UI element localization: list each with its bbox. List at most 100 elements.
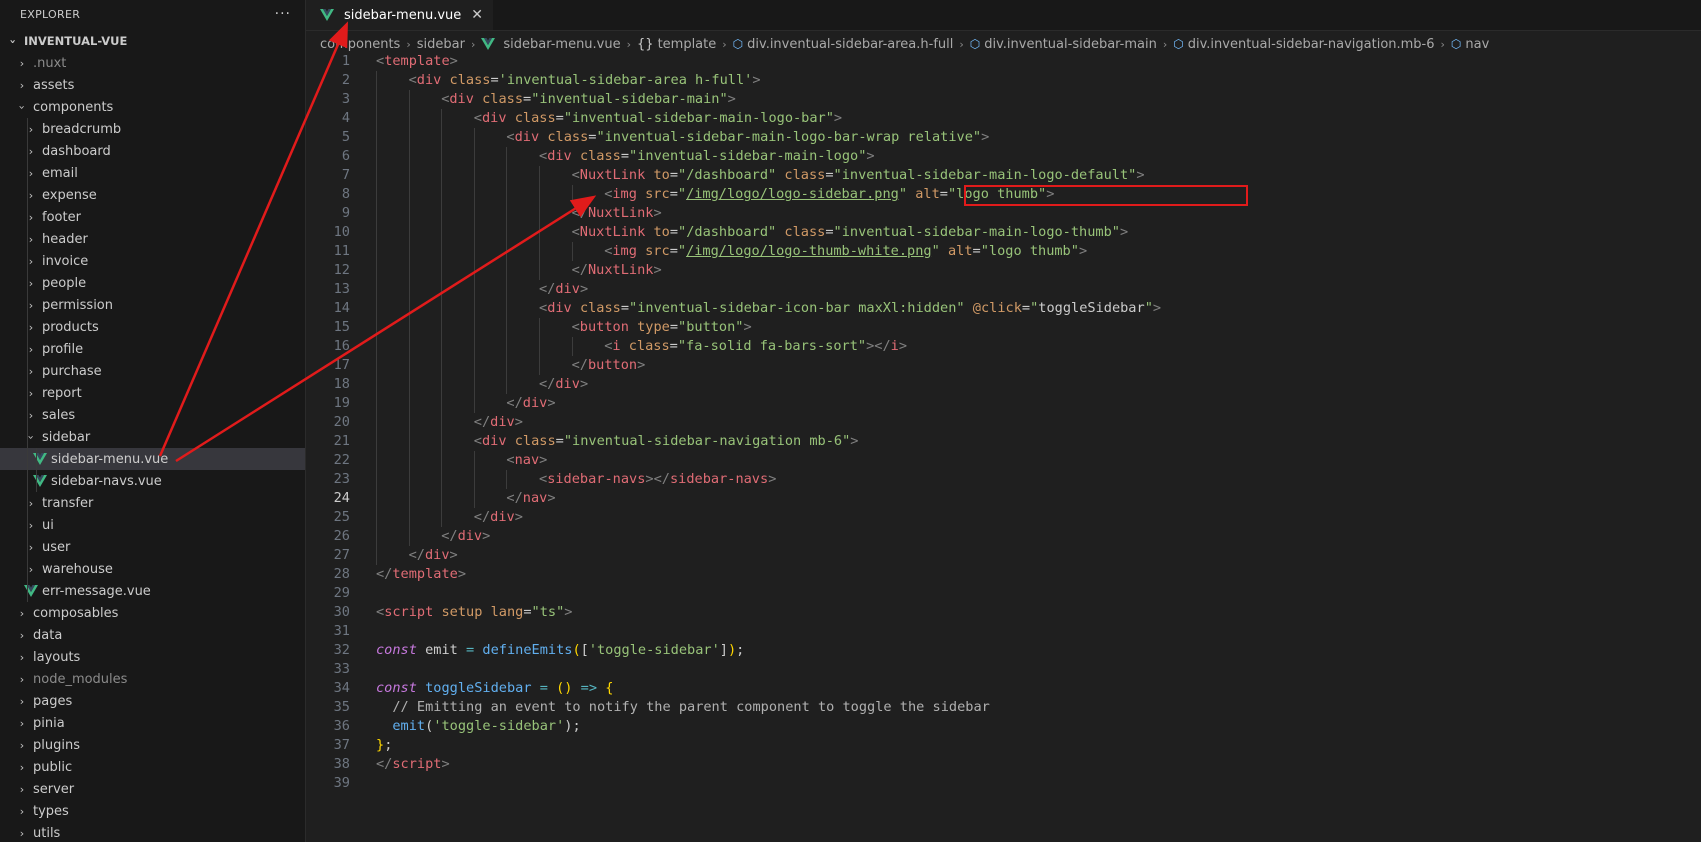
folder-pinia[interactable]: › pinia: [0, 712, 305, 734]
chevron-down-icon: ›: [24, 434, 38, 440]
line-number: 5: [341, 129, 350, 145]
code-token: <: [506, 452, 515, 468]
code-token: ": [677, 243, 687, 259]
code-line: 27 </div>: [306, 546, 1701, 565]
breadcrumb-item[interactable]: ⬡ div.inventual-sidebar-area.h-full: [733, 37, 954, 52]
code-token: "inventual-sidebar-main": [531, 91, 728, 107]
project-root[interactable]: › INVENTUAL-VUE: [0, 30, 305, 52]
folder-layouts[interactable]: › layouts: [0, 646, 305, 668]
line-number: 4: [341, 110, 350, 126]
file-sidebar-menu-vue[interactable]: sidebar-menu.vue: [0, 448, 305, 470]
code-token: src: [645, 243, 670, 259]
tree-item-label: utils: [33, 825, 61, 841]
code-text: <div class="inventual-sidebar-main">: [441, 90, 736, 109]
breadcrumb-item[interactable]: ⬡ div.inventual-sidebar-main: [970, 37, 1157, 52]
folder-breadcrumb[interactable]: › breadcrumb: [0, 118, 305, 140]
code-text: <img src="/img/logo/logo-sidebar.png" al…: [604, 185, 1054, 204]
tab-label: sidebar-menu.vue: [344, 7, 462, 23]
folder-profile[interactable]: › profile: [0, 338, 305, 360]
folder-dashboard[interactable]: › dashboard: [0, 140, 305, 162]
code-text: <button type="button">: [572, 318, 752, 337]
folder-report[interactable]: › report: [0, 382, 305, 404]
folder-sales[interactable]: › sales: [0, 404, 305, 426]
folder-utils[interactable]: › utils: [0, 822, 305, 842]
indent-guide: [441, 394, 443, 413]
folder-warehouse[interactable]: › warehouse: [0, 558, 305, 580]
code-line: 7 <NuxtLink to="/dashboard" class="invent…: [306, 166, 1701, 185]
tree-item-label: plugins: [33, 737, 80, 753]
code-token: "button": [678, 319, 744, 335]
folder-email[interactable]: › email: [0, 162, 305, 184]
more-actions-icon[interactable]: ···: [275, 6, 291, 22]
folder-sidebar[interactable]: › sidebar: [0, 426, 305, 448]
code-token: ": [677, 186, 687, 202]
line-number: 19: [333, 395, 350, 411]
code-token: ": [898, 186, 908, 202]
folder-node-modules[interactable]: › node_modules: [0, 668, 305, 690]
code-token: alt: [947, 243, 973, 259]
folder-composables[interactable]: › composables: [0, 602, 305, 624]
folder-user[interactable]: › user: [0, 536, 305, 558]
folder-header[interactable]: › header: [0, 228, 305, 250]
code-token: =: [669, 319, 679, 335]
indent-guide: [408, 318, 410, 337]
breadcrumb-item[interactable]: {} template: [637, 37, 716, 52]
breadcrumb-item[interactable]: ⬡ nav: [1451, 37, 1489, 52]
indent-guide: [506, 299, 508, 318]
code-line: 18 </div>: [306, 375, 1701, 394]
breadcrumb-item[interactable]: components: [320, 37, 400, 52]
folder-nuxt[interactable]: › .nuxt: [0, 52, 305, 74]
code-token: =: [939, 186, 948, 202]
folder-server[interactable]: › server: [0, 778, 305, 800]
tree-item-label: invoice: [42, 253, 89, 269]
close-icon[interactable]: ✕: [471, 7, 483, 23]
breadcrumb-label: div.inventual-sidebar-area.h-full: [747, 36, 954, 52]
indent-guide: [539, 356, 540, 375]
folder-public[interactable]: › public: [0, 756, 305, 778]
folder-data[interactable]: › data: [0, 624, 305, 646]
breadcrumb-item[interactable]: sidebar: [417, 37, 465, 52]
tree-item-label: profile: [42, 341, 84, 357]
code-token: >: [547, 490, 556, 506]
code-line: 21 <div class="inventual-sidebar-navigati…: [306, 432, 1701, 451]
line-number: 1: [341, 53, 350, 69]
code-token: class: [628, 338, 670, 354]
folder-footer[interactable]: › footer: [0, 206, 305, 228]
folder-products[interactable]: › products: [0, 316, 305, 338]
vue-file-icon: [320, 9, 334, 21]
breadcrumb-item[interactable]: sidebar-menu.vue: [481, 37, 621, 52]
code-token: (: [572, 642, 581, 658]
indent-guide: [27, 492, 28, 514]
line-number: 37: [333, 737, 350, 753]
tree-item-label: layouts: [33, 649, 81, 665]
breadcrumb-item[interactable]: ⬡ div.inventual-sidebar-navigation.mb-6: [1173, 37, 1434, 52]
code-token: </: [473, 414, 491, 430]
folder-pages[interactable]: › pages: [0, 690, 305, 712]
file-err-message-vue[interactable]: err-message.vue: [0, 580, 305, 602]
folder-assets[interactable]: › assets: [0, 74, 305, 96]
braces-icon: {}: [637, 36, 654, 52]
folder-permission[interactable]: › permission: [0, 294, 305, 316]
tree-item-label: dashboard: [42, 143, 111, 159]
code-token: class: [449, 72, 491, 88]
code-view[interactable]: 1 <template> 2 <div class='inventual-sideba…: [306, 52, 1701, 793]
folder-components[interactable]: › components: [0, 96, 305, 118]
indent-guide: [441, 432, 443, 451]
tree-item-label: breadcrumb: [42, 121, 122, 137]
chevron-down-icon: ›: [15, 104, 29, 110]
tab-sidebar-menu-vue[interactable]: sidebar-menu.vue ✕: [306, 0, 493, 30]
folder-ui[interactable]: › ui: [0, 514, 305, 536]
indent-guide: [441, 147, 443, 166]
folder-types[interactable]: › types: [0, 800, 305, 822]
folder-expense[interactable]: › expense: [0, 184, 305, 206]
line-number: 33: [333, 661, 350, 677]
folder-people[interactable]: › people: [0, 272, 305, 294]
folder-purchase[interactable]: › purchase: [0, 360, 305, 382]
file-sidebar-navs-vue[interactable]: sidebar-navs.vue: [0, 470, 305, 492]
code-line: 11 <img src="/img/logo/logo-thumb-white.p…: [306, 242, 1701, 261]
folder-plugins[interactable]: › plugins: [0, 734, 305, 756]
folder-invoice[interactable]: › invoice: [0, 250, 305, 272]
folder-transfer[interactable]: › transfer: [0, 492, 305, 514]
